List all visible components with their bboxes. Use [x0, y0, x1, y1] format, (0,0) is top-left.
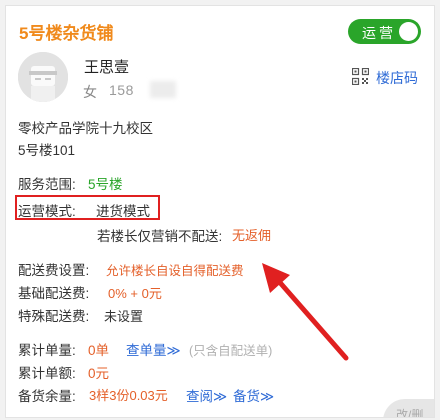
total-orders-label: 累计单量: [18, 343, 76, 358]
marketing-only-note: 若楼长仅营销不配送: [97, 229, 223, 244]
store-title: 5号楼杂货铺 [19, 24, 114, 43]
operating-mode-label: 运营模式: [18, 204, 76, 219]
view-stock-link[interactable]: 查阅≫ [186, 385, 227, 405]
qr-code-icon[interactable] [351, 67, 370, 86]
view-orders-link[interactable]: 查单量≫ [126, 339, 181, 359]
avatar-placeholder-icon [18, 52, 68, 102]
orders-note: (只含自配送单) [189, 344, 273, 358]
user-phone: 158 [109, 82, 134, 98]
room-number: 5号楼101 [18, 143, 76, 158]
service-scope-value: 5号楼 [88, 177, 123, 192]
special-delivery-fee-value: 未设置 [104, 309, 144, 324]
stock-remaining-value: 3样3份0.03元 [89, 388, 168, 403]
user-name: 王思壹 [84, 59, 130, 76]
store-qr-link[interactable]: 楼店码 [376, 68, 418, 88]
school-address: 零校产品学院十九校区 [18, 121, 153, 136]
special-delivery-fee-label: 特殊配送费: [18, 309, 90, 324]
no-commission-value: 无返佣 [232, 228, 272, 243]
operating-status-toggle[interactable]: 运营 [348, 19, 421, 44]
delivery-fee-setting-label: 配送费设置: [18, 263, 90, 278]
user-gender: 女 [83, 84, 97, 100]
edit-delete-button[interactable]: 改/删 [383, 399, 434, 418]
delivery-fee-setting-value: 允许楼长自设自得配送费 [106, 264, 244, 278]
toggle-knob [399, 22, 418, 41]
base-delivery-fee-label: 基础配送费: [18, 286, 90, 301]
toggle-label: 运营 [362, 25, 396, 41]
avatar [18, 52, 68, 102]
total-amount-value: 0元 [88, 366, 110, 381]
store-card: 5号楼杂货铺 运营 王思壹 女 158 楼店码 零校产品学院十九校区 5号楼10… [5, 5, 435, 418]
phone-mask [150, 81, 176, 98]
total-orders-value: 0单 [88, 343, 110, 358]
restock-link[interactable]: 备货≫ [233, 385, 274, 405]
service-scope-label: 服务范围: [18, 177, 76, 192]
total-amount-label: 累计单额: [18, 366, 76, 381]
stock-remaining-label: 备货余量: [18, 389, 76, 404]
edit-delete-label: 改/删 [396, 408, 424, 418]
base-delivery-fee-value: 0% + 0元 [108, 286, 162, 301]
operating-mode-value: 进货模式 [96, 204, 150, 219]
